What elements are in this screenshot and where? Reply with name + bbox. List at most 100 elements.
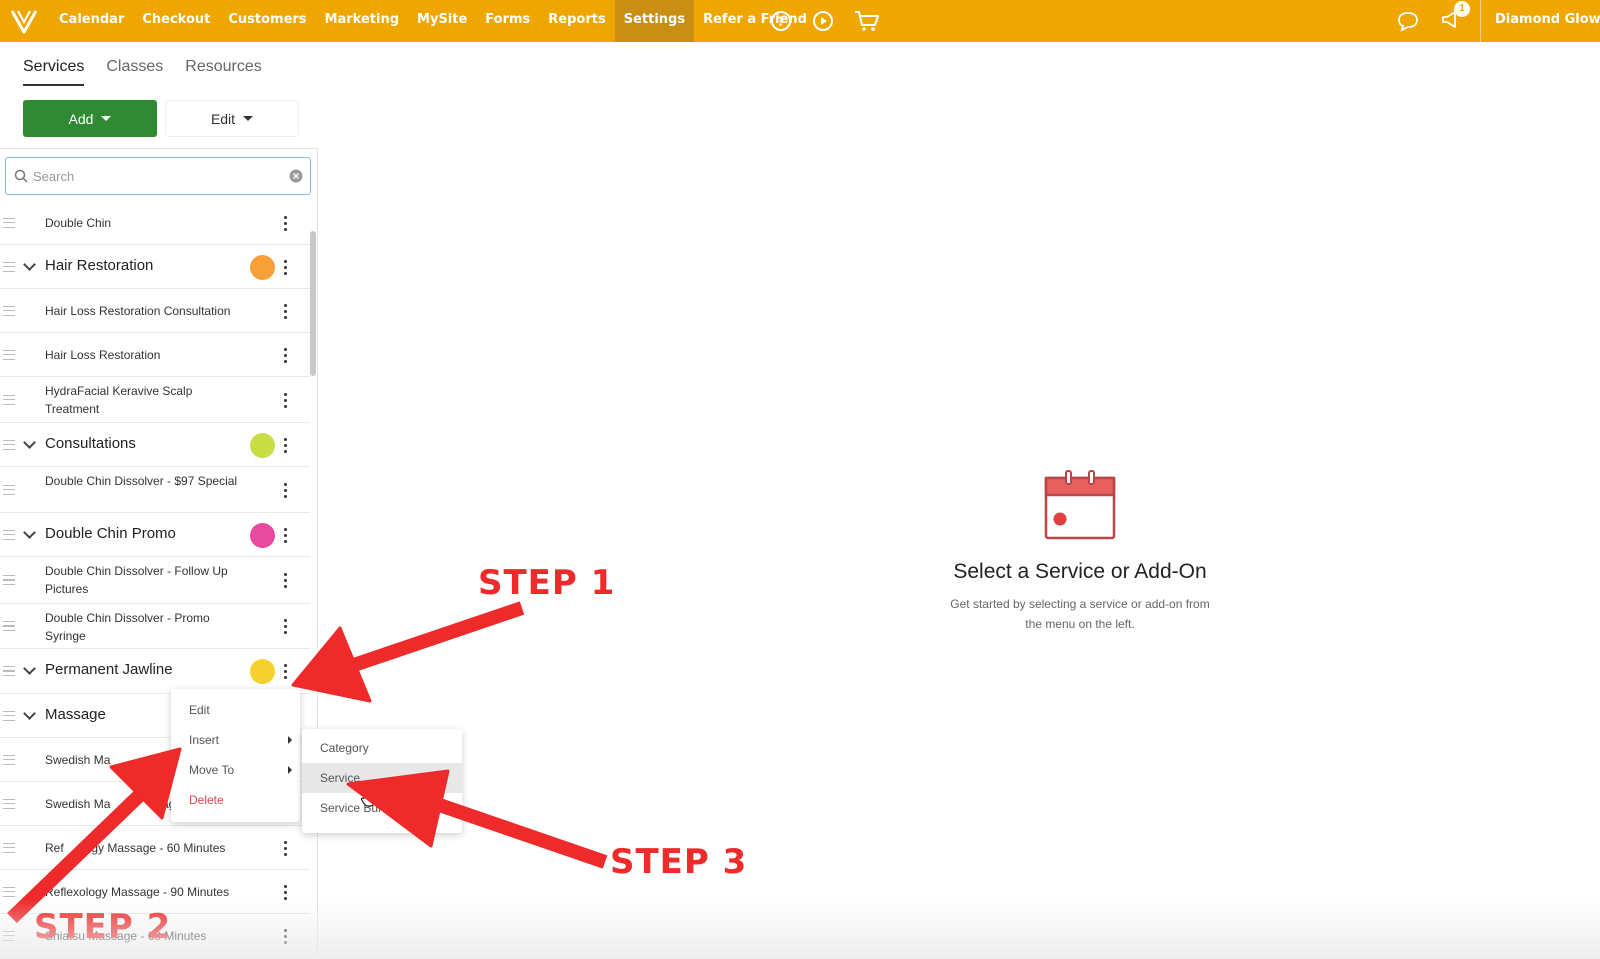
drag-handle-icon[interactable] (3, 484, 15, 495)
service-label: Hair Loss Restoration (45, 348, 161, 362)
drag-handle-icon[interactable] (3, 529, 15, 540)
chat-icon[interactable] (1396, 10, 1420, 32)
nav-settings[interactable]: Settings (614, 0, 695, 42)
empty-state-subtitle-line2: the menu on the left. (1025, 617, 1135, 631)
more-options-icon[interactable] (284, 884, 288, 900)
submenu-category[interactable]: Category (302, 733, 462, 763)
service-row[interactable]: Hair Loss Restoration Consultation (0, 289, 310, 333)
menu-delete[interactable]: Delete (171, 785, 300, 815)
drag-handle-icon[interactable] (3, 305, 15, 316)
step2-label: STEP 2 (34, 907, 172, 947)
more-options-icon[interactable] (284, 437, 288, 453)
service-row[interactable]: Hair Loss Restoration (0, 333, 310, 377)
more-options-icon[interactable] (284, 840, 288, 856)
service-row[interactable]: Ref logy Massage - 60 Minutes (0, 826, 310, 870)
add-button[interactable]: Add (23, 100, 157, 137)
submenu-service-bundle[interactable]: Service Bundle (302, 793, 462, 823)
drag-handle-icon[interactable] (3, 710, 15, 721)
drag-handle-icon[interactable] (3, 621, 15, 631)
service-row[interactable]: HydraFacial Keravive Scalp Treatment (0, 377, 310, 423)
drag-handle-icon[interactable] (3, 886, 15, 897)
drag-handle-icon[interactable] (3, 349, 15, 360)
service-label: Double Chin Dissolver - Follow Up Pictur… (45, 564, 228, 596)
drag-handle-icon[interactable] (3, 394, 15, 405)
cart-icon[interactable] (854, 10, 880, 32)
empty-state-subtitle-line1: Get started by selecting a service or ad… (950, 597, 1210, 611)
more-options-icon[interactable] (284, 928, 288, 944)
chevron-down-icon[interactable] (23, 435, 36, 449)
drag-handle-icon[interactable] (3, 666, 15, 676)
drag-handle-icon[interactable] (3, 217, 15, 228)
service-row[interactable]: Double Chin Dissolver - Promo Syringe (0, 604, 310, 649)
drag-handle-icon[interactable] (3, 575, 15, 585)
drag-handle-icon[interactable] (3, 439, 15, 450)
more-options-icon[interactable] (284, 527, 288, 543)
category-color-dot (250, 659, 275, 684)
drag-handle-icon[interactable] (3, 842, 15, 853)
list-scrollbar[interactable] (310, 231, 316, 376)
chevron-down-icon[interactable] (23, 706, 36, 720)
chevron-down-icon[interactable] (23, 662, 36, 675)
caret-down-icon (243, 116, 254, 121)
nav-reports[interactable]: Reports (539, 0, 614, 42)
service-list-panel: Search Double Chin Hair Restoration Hair L… (0, 148, 318, 959)
user-menu[interactable]: Diamond Glow W (1480, 0, 1600, 42)
menu-insert[interactable]: Insert (171, 725, 300, 755)
category-row[interactable]: Double Chin Promo (0, 513, 310, 557)
submenu-service[interactable]: Service (302, 763, 462, 793)
clear-icon[interactable] (289, 169, 303, 183)
chevron-down-icon[interactable] (23, 525, 36, 539)
drag-handle-icon[interactable] (3, 754, 15, 765)
more-options-icon[interactable] (284, 215, 288, 231)
service-label: Double Chin (45, 216, 112, 230)
category-row[interactable]: Hair Restoration (0, 245, 310, 289)
context-menu: Edit Insert Move To Delete (171, 689, 300, 822)
more-options-icon[interactable] (284, 347, 288, 363)
search-placeholder: Search (33, 169, 75, 184)
search-icon (14, 169, 28, 183)
category-row[interactable]: Consultations (0, 423, 310, 467)
more-options-icon[interactable] (284, 259, 288, 275)
nav-forms[interactable]: Forms (476, 0, 539, 42)
vagaro-logo[interactable] (8, 5, 40, 37)
more-options-icon[interactable] (284, 619, 288, 634)
nav-customers[interactable]: Customers (219, 0, 315, 42)
edit-button[interactable]: Edit (165, 100, 299, 137)
more-options-icon[interactable] (284, 303, 288, 319)
nav-marketing[interactable]: Marketing (316, 0, 408, 42)
right-icon-group: 1 Diamond Glow W (1396, 0, 1600, 42)
submenu-arrow-icon (288, 766, 292, 774)
service-row[interactable]: Double Chin Dissolver - Follow Up Pictur… (0, 557, 310, 604)
drag-handle-icon[interactable] (3, 930, 15, 941)
tab-services[interactable]: Services (23, 58, 85, 86)
nav-calendar[interactable]: Calendar (50, 0, 133, 42)
service-row[interactable]: Double Chin Dissolver - $97 Special (0, 467, 310, 513)
chevron-down-icon[interactable] (23, 257, 36, 271)
menu-insert-label: Insert (189, 733, 220, 747)
more-options-icon[interactable] (284, 482, 288, 498)
category-row[interactable]: Permanent Jawline (0, 649, 310, 694)
notifications[interactable]: 1 (1440, 0, 1470, 35)
drag-handle-icon[interactable] (3, 261, 15, 272)
notification-badge: 1 (1454, 0, 1470, 17)
search-input[interactable]: Search (5, 157, 311, 195)
more-options-icon[interactable] (284, 664, 288, 679)
more-options-icon[interactable] (284, 573, 288, 588)
service-label-fragment: logy Massage - 60 Minutes (82, 841, 226, 855)
tab-resources[interactable]: Resources (185, 58, 261, 86)
category-label: Double Chin Promo (45, 525, 176, 542)
nav-mysite[interactable]: MySite (408, 0, 476, 42)
more-options-icon[interactable] (284, 392, 288, 408)
step1-arrow-shaft (342, 601, 525, 675)
play-icon[interactable] (812, 10, 834, 32)
service-row[interactable]: Double Chin (0, 201, 310, 245)
category-label: Consultations (45, 435, 136, 452)
menu-edit[interactable]: Edit (171, 695, 300, 725)
help-icon[interactable]: ? (770, 10, 792, 32)
nav-checkout[interactable]: Checkout (133, 0, 219, 42)
category-color-dot (250, 254, 275, 280)
menu-move-to[interactable]: Move To (171, 755, 300, 785)
drag-handle-icon[interactable] (3, 798, 15, 809)
tab-classes[interactable]: Classes (106, 58, 163, 86)
category-color-dot (250, 432, 275, 458)
